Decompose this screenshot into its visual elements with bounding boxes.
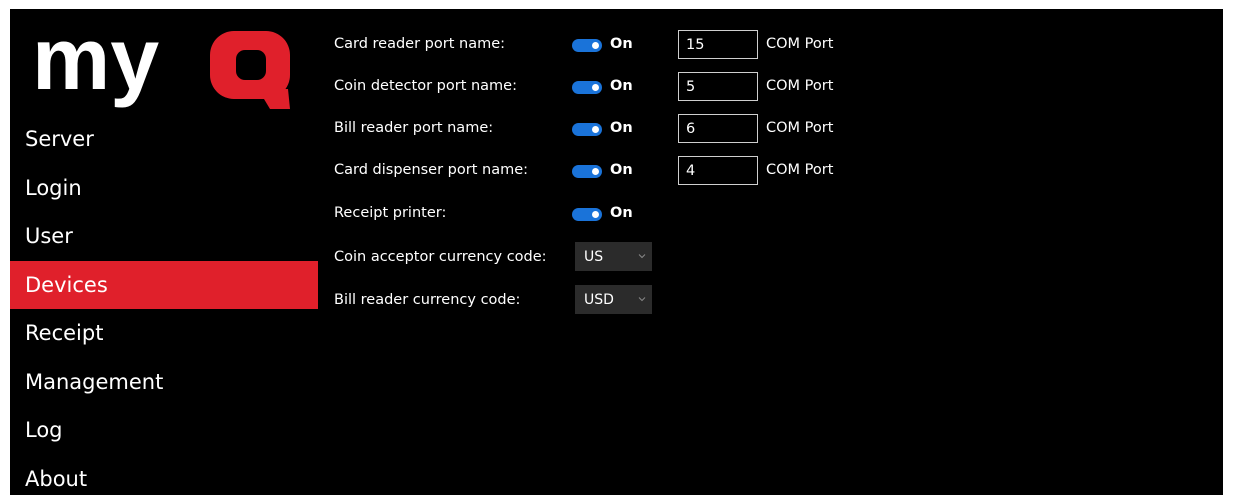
card-reader-label: Card reader port name: — [334, 36, 506, 52]
coin-currency-label: Coin acceptor currency code: — [334, 249, 547, 265]
nav-item-login[interactable]: Login — [10, 164, 318, 213]
nav-item-user[interactable]: User — [10, 212, 318, 261]
nav-item-server[interactable]: Server — [10, 115, 318, 164]
nav-item-about[interactable]: About — [10, 455, 318, 495]
card-dispenser-port-unit: COM Port — [766, 162, 834, 178]
toggle-knob — [592, 126, 599, 133]
myq-logo: my — [32, 23, 290, 109]
sidebar-nav: Server Login User Devices Receipt Manage… — [10, 115, 318, 495]
bill-currency-label: Bill reader currency code: — [334, 292, 521, 308]
coin-currency-value: US — [584, 249, 604, 265]
nav-item-receipt[interactable]: Receipt — [10, 309, 318, 358]
card-reader-toggle[interactable] — [572, 39, 602, 52]
receipt-printer-row: Receipt printer: On — [334, 199, 1134, 229]
app-window: my Server Login User Devices Receipt Man… — [10, 9, 1223, 495]
receipt-printer-label: Receipt printer: — [334, 205, 447, 221]
card-reader-toggle-label: On — [610, 36, 633, 52]
toggle-knob — [592, 42, 599, 49]
card-reader-port-input[interactable] — [678, 30, 758, 59]
coin-detector-toggle-label: On — [610, 78, 633, 94]
bill-currency-value: USD — [584, 292, 614, 308]
chevron-down-icon — [638, 254, 646, 259]
toggle-knob — [592, 84, 599, 91]
card-dispenser-toggle-label: On — [610, 162, 633, 178]
card-dispenser-port-input[interactable] — [678, 156, 758, 185]
coin-currency-select[interactable]: US — [575, 242, 652, 271]
coin-detector-port-unit: COM Port — [766, 78, 834, 94]
svg-text:my: my — [32, 23, 159, 108]
bill-reader-toggle-label: On — [610, 120, 633, 136]
coin-detector-label: Coin detector port name: — [334, 78, 517, 94]
toggle-knob — [592, 211, 599, 218]
chevron-down-icon — [638, 297, 646, 302]
toggle-knob — [592, 168, 599, 175]
coin-detector-toggle[interactable] — [572, 81, 602, 94]
bill-reader-label: Bill reader port name: — [334, 120, 494, 136]
card-reader-port-unit: COM Port — [766, 36, 834, 52]
coin-detector-port-input[interactable] — [678, 72, 758, 101]
bill-reader-toggle[interactable] — [572, 123, 602, 136]
bill-reader-row: Bill reader port name: On COM Port — [334, 114, 1134, 144]
receipt-printer-toggle[interactable] — [572, 208, 602, 221]
card-dispenser-toggle[interactable] — [572, 165, 602, 178]
bill-reader-port-unit: COM Port — [766, 120, 834, 136]
bill-currency-row: Bill reader currency code: USD — [334, 285, 1134, 316]
coin-detector-row: Coin detector port name: On COM Port — [334, 72, 1134, 102]
card-dispenser-label: Card dispenser port name: — [334, 162, 529, 178]
receipt-printer-toggle-label: On — [610, 205, 633, 221]
coin-currency-row: Coin acceptor currency code: US — [334, 242, 1134, 273]
bill-currency-select[interactable]: USD — [575, 285, 652, 314]
nav-item-devices[interactable]: Devices — [10, 260, 318, 309]
nav-item-management[interactable]: Management — [10, 358, 318, 407]
bill-reader-port-input[interactable] — [678, 114, 758, 143]
nav-item-log[interactable]: Log — [10, 406, 318, 455]
card-dispenser-row: Card dispenser port name: On COM Port — [334, 156, 1134, 186]
card-reader-row: Card reader port name: On COM Port — [334, 30, 1134, 60]
